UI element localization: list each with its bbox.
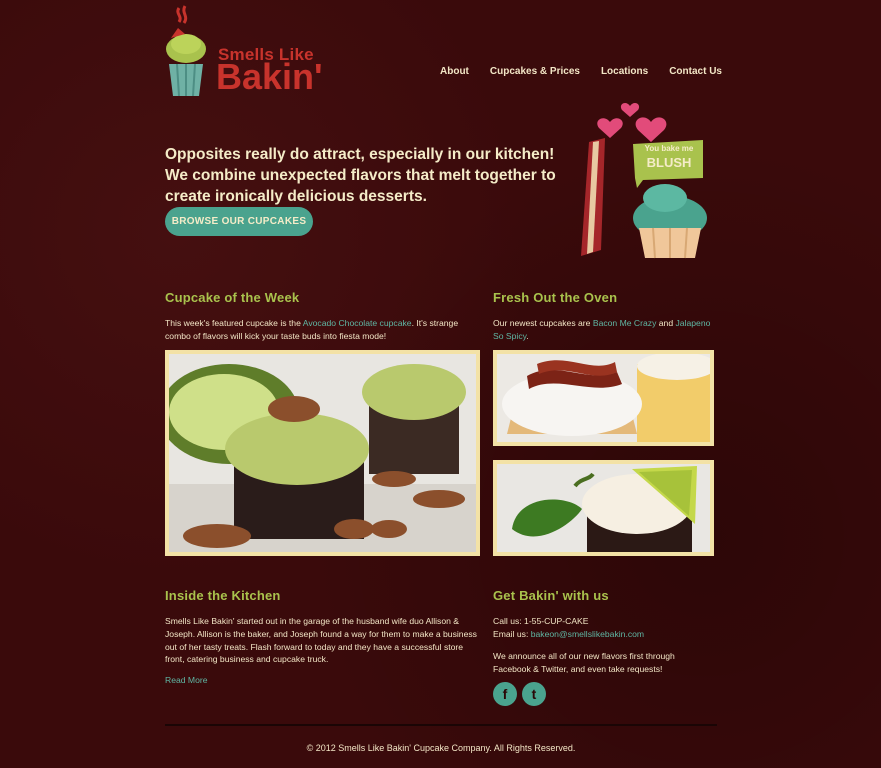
jalapeno-cupcake-photo bbox=[493, 460, 714, 556]
nav-link-cupcakes-prices[interactable]: Cupcakes & Prices bbox=[490, 66, 580, 77]
fresh-out-oven-text: Our newest cupcakes are Bacon Me Crazy a… bbox=[493, 317, 713, 343]
fresh-text-1: Our newest cupcakes are bbox=[493, 318, 593, 328]
badge-text-line2: BLUSH bbox=[646, 155, 692, 170]
facebook-icon[interactable]: f bbox=[493, 682, 517, 706]
page-container: Smells Like Bakin' About Cupcakes & Pric… bbox=[165, 0, 722, 768]
nav-link-contact-us[interactable]: Contact Us bbox=[669, 66, 722, 77]
featured-cupcake-photo bbox=[165, 350, 480, 556]
fresh-out-oven-heading: Fresh Out the Oven bbox=[493, 290, 618, 305]
cupcake-of-week-heading: Cupcake of the Week bbox=[165, 290, 300, 305]
jalapeno-cupcake-image bbox=[497, 464, 710, 552]
inside-kitchen-text: Smells Like Bakin' started out in the ga… bbox=[165, 616, 477, 665]
bacon-me-crazy-link[interactable]: Bacon Me Crazy bbox=[593, 318, 657, 328]
footer-copyright: © 2012 Smells Like Bakin' Cupcake Compan… bbox=[306, 743, 576, 753]
nav-link-about[interactable]: About bbox=[440, 66, 469, 77]
bacon-cupcake-photo bbox=[493, 350, 714, 446]
avocado-cupcake-image bbox=[169, 354, 476, 552]
fresh-text-3: . bbox=[526, 330, 529, 341]
fresh-text-2: and bbox=[656, 318, 676, 328]
logo-text-big: Bakin' bbox=[216, 56, 323, 97]
cupcake-week-text-1: This week's featured cupcake is the bbox=[165, 318, 303, 328]
site-logo[interactable]: Smells Like Bakin' bbox=[165, 4, 365, 100]
hero-headline: Opposites really do attract, especially … bbox=[165, 146, 556, 205]
hero-illustration: You bake me BLUSH bbox=[575, 100, 710, 265]
browse-cupcakes-button[interactable]: BROWSE OUR CUPCAKES bbox=[165, 207, 313, 236]
twitter-icon[interactable]: t bbox=[522, 682, 546, 706]
bacon-cupcake-illustration-icon bbox=[581, 103, 707, 259]
cupcake-of-week-text: This week's featured cupcake is the Avoc… bbox=[165, 317, 465, 343]
nav-link-locations[interactable]: Locations bbox=[601, 66, 648, 77]
badge-text-line1: You bake me bbox=[644, 144, 694, 153]
get-bakin-heading: Get Bakin' with us bbox=[493, 588, 609, 603]
contact-phone: Call us: 1-55-CUP-CAKE bbox=[493, 616, 589, 626]
read-more-link[interactable]: Read More bbox=[165, 674, 208, 687]
inside-kitchen-heading: Inside the Kitchen bbox=[165, 588, 281, 603]
main-nav: About Cupcakes & Prices Locations Contac… bbox=[440, 66, 743, 77]
bacon-cupcake-image bbox=[497, 354, 710, 442]
email-link[interactable]: bakeon@smellslikebakin.com bbox=[531, 629, 644, 639]
contact-email-line: Email us: bakeon@smellslikebakin.com bbox=[493, 628, 713, 641]
contact-announce-text: We announce all of our new flavors first… bbox=[493, 651, 675, 674]
avocado-chocolate-link[interactable]: Avocado Chocolate cupcake bbox=[303, 318, 412, 328]
cupcake-logo-icon bbox=[166, 5, 206, 97]
email-label: Email us: bbox=[493, 629, 531, 639]
footer-divider bbox=[165, 724, 717, 726]
